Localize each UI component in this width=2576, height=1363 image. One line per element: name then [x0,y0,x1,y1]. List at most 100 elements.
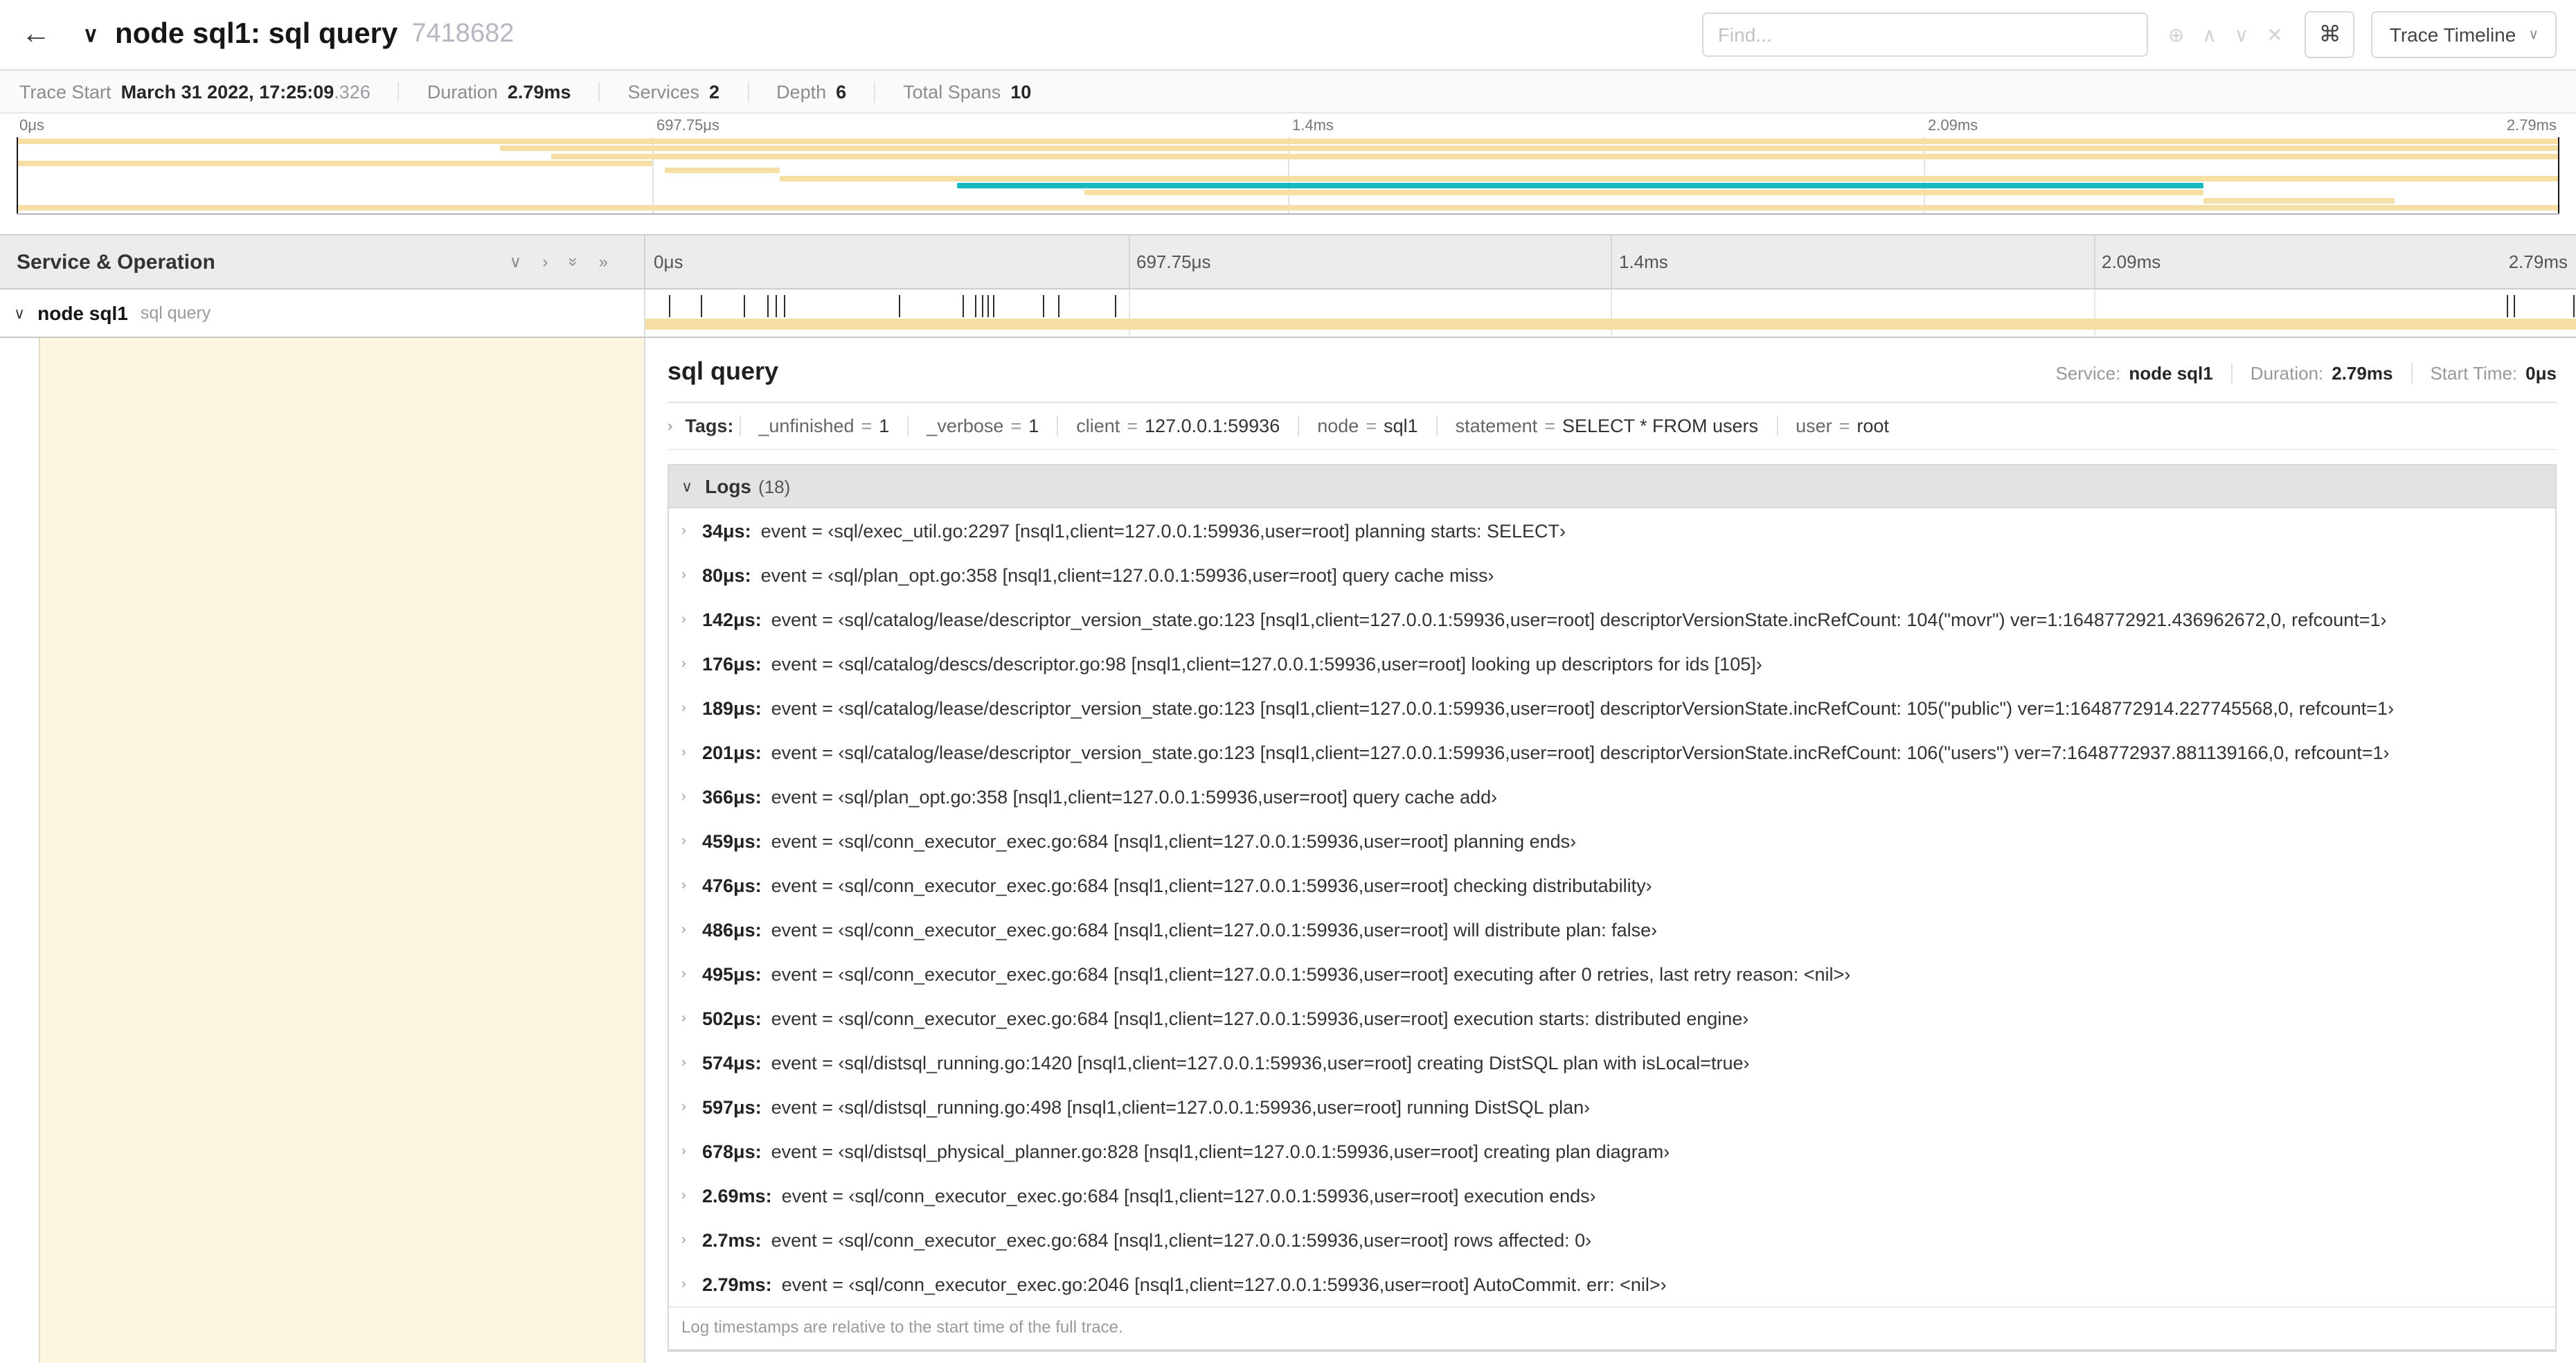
tag-value: 1 [1028,416,1039,436]
log-row[interactable]: › 486μs: event = ‹sql/conn_executor_exec… [669,907,2555,952]
span-detail-row: sql query Service: node sql1 Duration: 2… [0,338,2576,1363]
log-row[interactable]: › 176μs: event = ‹sql/catalog/descs/desc… [669,641,2555,686]
tag-item: node = sql1 [1298,416,1435,436]
log-row[interactable]: › 678μs: event = ‹sql/distsql_physical_p… [669,1129,2555,1173]
minimap-canvas[interactable] [17,137,2559,215]
back-button[interactable]: ← [11,10,61,60]
tags-expand-chevron-right-icon[interactable]: › [668,418,672,434]
summary-value: 6 [836,81,847,102]
log-marker [981,295,983,317]
trace-collapse-icon[interactable]: ∨ [83,22,98,47]
span-expand-chevron-down-icon[interactable]: ∨ [14,304,25,322]
log-expand-chevron-right-icon[interactable]: › [681,1232,702,1247]
span-timeline[interactable] [645,289,2576,337]
log-message: event = ‹sql/catalog/lease/descriptor_ve… [771,697,2395,718]
log-expand-chevron-right-icon[interactable]: › [681,1188,702,1203]
log-marker [987,295,990,317]
log-row[interactable]: › 34μs: event = ‹sql/exec_util.go:2297 [… [669,508,2555,553]
logs-collapse-chevron-down-icon[interactable]: ∨ [681,477,692,495]
log-expand-chevron-right-icon[interactable]: › [681,745,702,760]
log-expand-chevron-right-icon[interactable]: › [681,1276,702,1292]
start-time-label: Start Time: [2430,363,2518,384]
timeline-tick-label: 0μs [654,251,683,272]
log-message: event = ‹sql/exec_util.go:2297 [nsql1,cl… [760,520,1566,541]
log-row[interactable]: › 574μs: event = ‹sql/distsql_running.go… [669,1040,2555,1085]
log-message: event = ‹sql/conn_executor_exec.go:684 [… [771,830,1577,851]
log-expand-chevron-right-icon[interactable]: › [681,567,702,582]
clear-search-close-icon[interactable]: ✕ [2266,25,2282,44]
log-marker [669,295,670,317]
log-row[interactable]: › 2.7ms: event = ‹sql/conn_executor_exec… [669,1218,2555,1262]
zoom-icon[interactable]: ⊕ [2168,25,2184,44]
log-expand-chevron-right-icon[interactable]: › [681,878,702,893]
tag-item: user = root [1776,416,1907,436]
log-timestamp: 366μs: [702,786,762,807]
expand-all-double-chevron-icon[interactable]: » [599,253,608,270]
log-expand-chevron-right-icon[interactable]: › [681,789,702,804]
find-input[interactable] [1702,12,2149,57]
minimap-tick-label: 697.75μs [656,118,719,134]
tag-equals: = [1366,416,1377,436]
tag-equals: = [861,416,873,436]
log-expand-chevron-right-icon[interactable]: › [681,700,702,715]
log-row[interactable]: › 2.69ms: event = ‹sql/conn_executor_exe… [669,1173,2555,1218]
log-expand-chevron-right-icon[interactable]: › [681,1143,702,1159]
minimap-viewport-left-handle[interactable] [17,137,18,213]
log-row[interactable]: › 2.79ms: event = ‹sql/conn_executor_exe… [669,1262,2555,1306]
log-expand-chevron-right-icon[interactable]: › [681,1055,702,1070]
log-row[interactable]: › 142μs: event = ‹sql/catalog/lease/desc… [669,597,2555,641]
log-row[interactable]: › 201μs: event = ‹sql/catalog/lease/desc… [669,730,2555,774]
log-expand-chevron-right-icon[interactable]: › [681,612,702,627]
log-marker [776,295,778,317]
timeline-tick-label: 1.4ms [1619,251,1668,272]
summary-item: Services 2 [628,81,749,102]
log-row[interactable]: › 189μs: event = ‹sql/catalog/lease/desc… [669,686,2555,730]
log-row[interactable]: › 80μs: event = ‹sql/plan_opt.go:358 [ns… [669,553,2555,597]
log-row[interactable]: › 597μs: event = ‹sql/distsql_running.go… [669,1085,2555,1129]
expand-one-chevron-right-icon[interactable]: › [542,253,548,270]
minimap-viewport-right-handle[interactable] [2558,137,2559,213]
log-row[interactable]: › 476μs: event = ‹sql/conn_executor_exec… [669,863,2555,907]
tag-key: client [1076,416,1120,436]
tag-item: client = 127.0.0.1:59936 [1057,416,1298,436]
view-selector-button[interactable]: Trace Timeline ∨ [2371,11,2557,58]
log-marker [767,295,769,317]
minimap-span-bar [2203,197,2395,204]
keyboard-shortcuts-button[interactable]: ⌘ [2305,11,2355,58]
log-row[interactable]: › 459μs: event = ‹sql/conn_executor_exec… [669,819,2555,863]
log-expand-chevron-right-icon[interactable]: › [681,656,702,671]
log-expand-chevron-right-icon[interactable]: › [681,966,702,981]
start-time-value: 0μs [2525,363,2557,384]
detail-meta: Service: node sql1 Duration: 2.79ms Star… [2055,363,2557,384]
prev-result-chevron-up-icon[interactable]: ∧ [2202,25,2217,44]
tag-key: node [1317,416,1359,436]
log-marker [898,295,900,317]
log-row[interactable]: › 495μs: event = ‹sql/conn_executor_exec… [669,952,2555,996]
log-row[interactable]: › 366μs: event = ‹sql/plan_opt.go:358 [n… [669,774,2555,819]
collapse-all-double-chevron-icon[interactable]: » [564,257,583,266]
log-marker [2507,295,2509,317]
log-expand-chevron-right-icon[interactable]: › [681,1099,702,1114]
log-expand-chevron-right-icon[interactable]: › [681,833,702,848]
log-expand-chevron-right-icon[interactable]: › [681,922,702,937]
log-expand-chevron-right-icon[interactable]: › [681,1010,702,1026]
summary-label: Total Spans [903,81,1001,102]
next-result-chevron-down-icon[interactable]: ∨ [2235,25,2249,44]
tags-row[interactable]: › Tags: _unfinished = 1 _verbose = 1 cli… [668,403,2557,450]
logs-header[interactable]: ∨ Logs (18) [669,465,2555,508]
collapse-one-chevron-down-icon[interactable]: ∨ [510,253,522,270]
summary-item: Depth 6 [776,81,876,102]
log-message: event = ‹sql/conn_executor_exec.go:684 [… [771,1008,1749,1028]
span-name-column[interactable]: ∨ node sql1 sql query [0,289,645,337]
log-expand-chevron-right-icon[interactable]: › [681,523,702,538]
log-marker [1058,295,1060,317]
span-row[interactable]: ∨ node sql1 sql query [0,289,2576,338]
log-message: event = ‹sql/distsql_running.go:1420 [ns… [771,1052,1750,1073]
log-timestamp: 597μs: [702,1096,762,1117]
trace-timeline-page: ← ∨ node sql1: sql query 7418682 ⊕ ∧ ∨ ✕… [0,0,2576,1363]
minimap: 0μs 697.75μs 1.4ms 2.09ms 2.79ms [0,114,2576,215]
log-row[interactable]: › 502μs: event = ‹sql/conn_executor_exec… [669,996,2555,1040]
summary-item: Duration 2.79ms [427,81,600,102]
detail-left-column [0,338,645,1363]
logs-note: Log timestamps are relative to the start… [669,1306,2555,1349]
